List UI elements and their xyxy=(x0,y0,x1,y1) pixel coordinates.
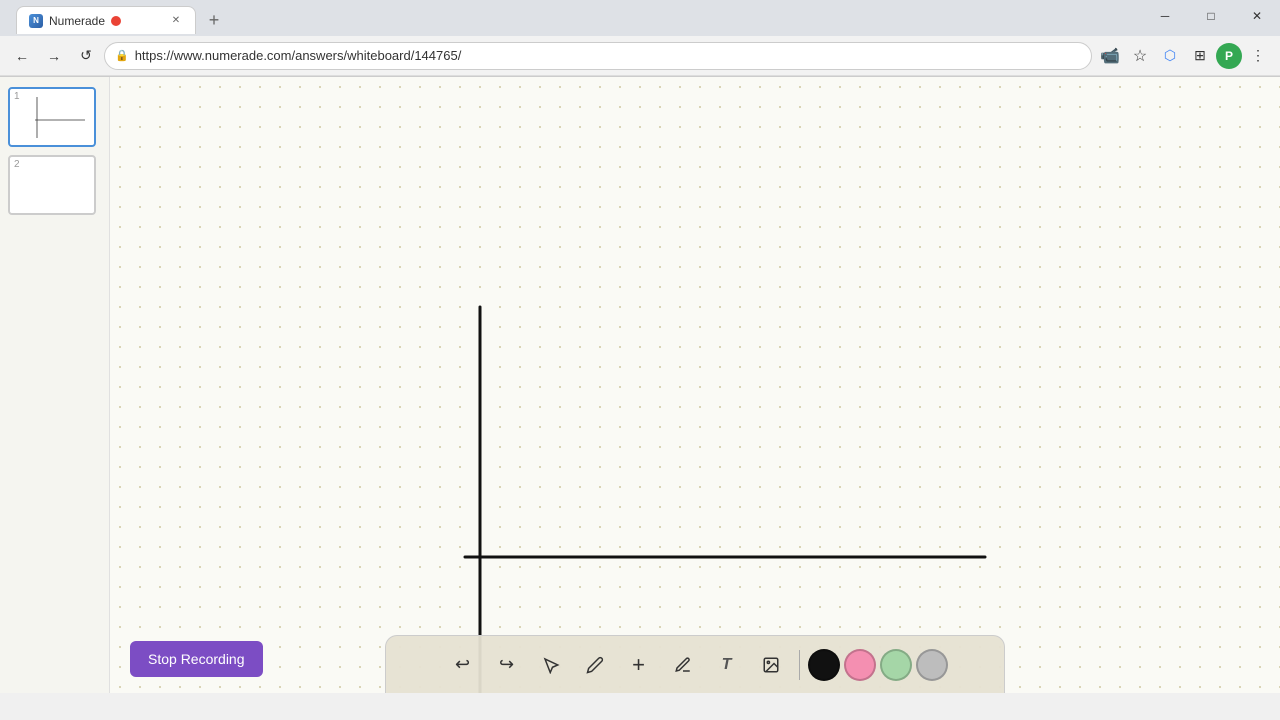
page-number-1: 1 xyxy=(14,91,20,102)
forward-button[interactable]: → xyxy=(40,42,68,70)
pen-tool-button[interactable] xyxy=(575,645,615,685)
tab-recording-dot xyxy=(111,16,121,26)
toolbar-divider xyxy=(799,650,800,680)
tab-favicon: N xyxy=(29,14,43,28)
lock-icon: 🔒 xyxy=(115,49,129,62)
redo-button[interactable]: ↪ xyxy=(487,645,527,685)
stop-recording-button[interactable]: Stop Recording xyxy=(130,641,263,677)
profile-button[interactable]: P xyxy=(1216,43,1242,69)
undo-button[interactable]: ↩ xyxy=(443,645,483,685)
ext2-button[interactable]: ⊞ xyxy=(1186,42,1214,70)
nav-right-controls: 📹 ☆ ⬡ ⊞ P ⋮ xyxy=(1096,42,1272,70)
address-bar[interactable]: 🔒 https://www.numerade.com/answers/white… xyxy=(104,42,1092,70)
tab-close-button[interactable]: ✕ xyxy=(169,14,183,28)
page-thumbnails-panel: 1 2 xyxy=(0,77,110,693)
window-controls: ─ □ ✕ xyxy=(1142,0,1280,32)
menu-button[interactable]: ⋮ xyxy=(1244,42,1272,70)
close-button[interactable]: ✕ xyxy=(1234,0,1280,32)
color-green-button[interactable] xyxy=(880,649,912,681)
drawing-toolbar: ↩ ↪ + xyxy=(385,635,1005,693)
main-content: 1 2 Stop Recording ↩ ↪ xyxy=(0,77,1280,693)
color-pink-button[interactable] xyxy=(844,649,876,681)
cast-button[interactable]: 📹 xyxy=(1096,42,1124,70)
whiteboard-canvas[interactable]: Stop Recording ↩ ↪ + xyxy=(110,77,1280,693)
page-thumb-2[interactable]: 2 xyxy=(8,155,96,215)
url-text: https://www.numerade.com/answers/whitebo… xyxy=(135,48,1081,63)
tab-title: Numerade xyxy=(49,14,105,28)
navigation-bar: ← → ↺ 🔒 https://www.numerade.com/answers… xyxy=(0,36,1280,76)
highlighter-button[interactable] xyxy=(663,645,703,685)
extensions-button[interactable]: ⬡ xyxy=(1156,42,1184,70)
new-tab-button[interactable]: + xyxy=(200,6,228,34)
reload-button[interactable]: ↺ xyxy=(72,42,100,70)
drawing-svg xyxy=(110,77,1280,693)
image-tool-button[interactable] xyxy=(751,645,791,685)
select-tool-button[interactable] xyxy=(531,645,571,685)
text-tool-button[interactable]: T xyxy=(707,645,747,685)
back-button[interactable]: ← xyxy=(8,42,36,70)
page-thumb-1[interactable]: 1 xyxy=(8,87,96,147)
bookmark-button[interactable]: ☆ xyxy=(1126,42,1154,70)
active-tab[interactable]: N Numerade ✕ xyxy=(16,6,196,34)
page-number-2: 2 xyxy=(14,159,20,170)
maximize-button[interactable]: □ xyxy=(1188,0,1234,32)
color-black-button[interactable] xyxy=(808,649,840,681)
color-gray-button[interactable] xyxy=(916,649,948,681)
add-tool-button[interactable]: + xyxy=(619,645,659,685)
minimize-button[interactable]: ─ xyxy=(1142,0,1188,32)
